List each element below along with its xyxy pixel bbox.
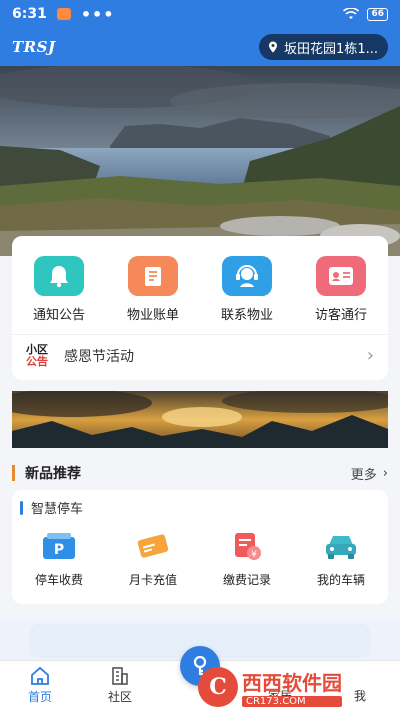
watermark-url: CR173.COM xyxy=(242,696,342,707)
bill-icon xyxy=(128,256,178,296)
parking-item-label: 我的车辆 xyxy=(316,573,365,587)
more-notifications-icon: ••• xyxy=(80,4,115,24)
bell-icon xyxy=(34,256,84,296)
wifi-icon xyxy=(343,8,360,19)
service-label: 联系物业 xyxy=(220,308,273,323)
parking-item-label: 月卡充值 xyxy=(128,573,177,587)
service-label: 物业账单 xyxy=(126,308,179,323)
services-card: 通知公告 物业账单 联系物业 访客通行 小区 公告 感恩节活动 › xyxy=(12,236,388,380)
watermark-logo: C xyxy=(198,667,238,707)
notice-badge-line2: 公告 xyxy=(26,354,48,368)
location-selector[interactable]: 坂田花园1栋1... xyxy=(259,34,388,60)
tab-label: 首页 xyxy=(27,690,52,704)
app-logo: TRSJ xyxy=(12,38,56,56)
status-time: 6:31 xyxy=(12,6,47,22)
id-card-icon xyxy=(316,256,366,296)
more-link[interactable]: 更多 › xyxy=(351,464,388,483)
home-icon xyxy=(31,666,49,685)
sunset-mountains-illustration xyxy=(12,391,388,448)
battery-icon: 66 xyxy=(367,7,388,21)
notice-text: 感恩节活动 xyxy=(64,348,134,365)
status-bar: 6:31 ••• 66 xyxy=(0,0,400,28)
service-contact[interactable]: 联系物业 xyxy=(207,256,287,323)
payment-record-button[interactable]: ¥ 缴费记录 xyxy=(207,529,287,588)
chevron-right-icon: › xyxy=(366,345,374,366)
building-icon xyxy=(112,667,128,685)
parking-item-label: 停车收费 xyxy=(34,573,83,587)
tab-home[interactable]: 首页 xyxy=(0,661,80,710)
notification-app-icon xyxy=(56,8,71,20)
my-vehicles-button[interactable]: 我的车辆 xyxy=(301,529,381,588)
tab-community[interactable]: 社区 xyxy=(80,661,160,710)
section-accent-bar xyxy=(12,465,15,481)
more-label: 更多 xyxy=(350,467,377,483)
svg-text:¥: ¥ xyxy=(251,550,257,560)
service-label: 通知公告 xyxy=(32,308,85,323)
service-notice[interactable]: 通知公告 xyxy=(19,256,99,323)
community-notice-bar[interactable]: 小区 公告 感恩节活动 › xyxy=(12,334,388,376)
service-label: 访客通行 xyxy=(314,308,367,323)
location-text: 坂田花园1栋1... xyxy=(284,41,378,57)
site-watermark: C 西西软件园 CR173.COM xyxy=(198,664,400,710)
app-header: TRSJ 坂田花园1栋1... xyxy=(0,28,400,66)
support-icon xyxy=(222,256,272,296)
payment-record-icon: ¥ xyxy=(228,529,266,563)
parking-card-icon: P xyxy=(40,529,78,563)
parking-fee-button[interactable]: P 停车收费 xyxy=(19,529,99,588)
promo-banner-image[interactable] xyxy=(12,391,388,448)
section-title: 新品推荐 xyxy=(25,466,81,482)
notice-badge-line1: 小区 xyxy=(26,342,48,356)
tab-label: 社区 xyxy=(107,690,132,704)
new-products-header: 新品推荐 更多 › xyxy=(12,458,388,488)
car-icon xyxy=(322,529,360,563)
parking-title: 智慧停车 xyxy=(31,502,84,517)
location-pin-icon xyxy=(269,41,278,53)
smart-parking-card: 智慧停车 P 停车收费 月卡充值 ¥ 缴费记录 我的车辆 xyxy=(12,490,388,604)
service-visitor[interactable]: 访客通行 xyxy=(301,256,381,323)
landscape-illustration xyxy=(0,66,400,256)
watermark-name: 西西软件园 xyxy=(242,671,342,695)
svg-text:P: P xyxy=(54,542,64,558)
parking-accent-bar xyxy=(20,500,23,515)
monthly-card-icon xyxy=(134,529,172,563)
chevron-right-icon: › xyxy=(382,465,388,481)
monthly-card-recharge-button[interactable]: 月卡充值 xyxy=(113,529,193,588)
notice-badge: 小区 公告 xyxy=(26,342,48,368)
hero-banner-image[interactable] xyxy=(0,66,400,256)
parking-item-label: 缴费记录 xyxy=(222,573,271,587)
service-bill[interactable]: 物业账单 xyxy=(113,256,193,323)
